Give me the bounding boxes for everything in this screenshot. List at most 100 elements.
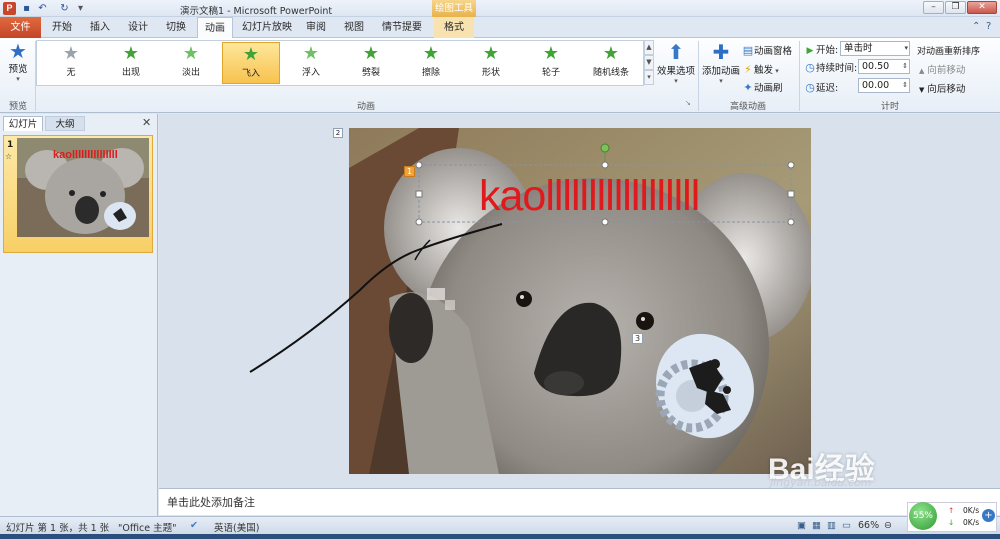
effect-label: 随机线条 bbox=[592, 68, 629, 78]
move-earlier-label: 向前移动 bbox=[927, 65, 966, 76]
effect-float-in[interactable]: ★ 浮入 bbox=[282, 42, 340, 84]
normal-view-icon[interactable]: ▣ bbox=[797, 520, 806, 531]
close-button[interactable]: ✕ bbox=[967, 1, 997, 14]
start-label: ▶ 开始: bbox=[804, 42, 839, 56]
tab-view[interactable]: 视图 bbox=[338, 17, 370, 38]
triangle-down-icon: ▼ bbox=[919, 86, 925, 94]
anim-tag-clipart[interactable]: 3 bbox=[632, 333, 643, 344]
star-icon: ★ bbox=[242, 44, 260, 65]
effect-random-bars[interactable]: ★ 随机线条 bbox=[582, 42, 640, 84]
triangle-up-icon: ▲ bbox=[919, 67, 925, 75]
effect-fly-in[interactable]: ★ 飞入 bbox=[222, 42, 280, 84]
motion-path-line[interactable] bbox=[240, 220, 510, 380]
notes-placeholder[interactable]: 单击此处添加备注 bbox=[167, 494, 255, 510]
reorder-label: 对动画重新排序 bbox=[917, 47, 981, 57]
tab-storyboard[interactable]: 情节提要 bbox=[378, 17, 426, 38]
clock-icon: ◷ bbox=[805, 61, 815, 74]
ribbon: ★ 预览 ▾ 预览 ★ 无 ★ 出现 ★ 淡出 ★ 飞入 ★ 浮入 ★ 劈裂 ★… bbox=[0, 38, 1000, 113]
effect-label: 飞入 bbox=[241, 69, 260, 79]
slideshow-view-icon[interactable]: ▭ bbox=[842, 520, 851, 531]
effect-wheel[interactable]: ★ 轮子 bbox=[522, 42, 580, 84]
animation-pane-button[interactable]: ▤动画窗格 bbox=[742, 43, 792, 57]
preview-button[interactable]: ★ 预览 ▾ bbox=[4, 41, 32, 83]
effect-split[interactable]: ★ 劈裂 bbox=[342, 42, 400, 84]
chevron-down-icon: ▾ bbox=[674, 77, 678, 85]
plus-icon[interactable]: + bbox=[982, 509, 995, 522]
powerpoint-app-icon[interactable]: P bbox=[3, 2, 16, 15]
dialog-launcher-icon[interactable]: ↘ bbox=[685, 99, 691, 107]
effect-label: 劈裂 bbox=[361, 68, 380, 78]
delay-label: ◷延迟: bbox=[805, 81, 839, 94]
tab-insert[interactable]: 插入 bbox=[84, 17, 116, 38]
qat-customize-icon[interactable]: ▾ bbox=[74, 2, 87, 15]
slide-thumbnail-image[interactable]: kaolllllllllllllll bbox=[17, 138, 149, 237]
move-earlier-button[interactable]: ▲ 向前移动 bbox=[919, 62, 965, 76]
effect-options-button[interactable]: ⬆ 效果选项 ▾ bbox=[656, 41, 696, 85]
zoom-level[interactable]: 66% bbox=[858, 520, 879, 531]
duration-value: 00.50 bbox=[862, 61, 890, 72]
duration-input[interactable]: 00.50 ⇕ bbox=[858, 59, 910, 74]
tab-outline[interactable]: 大纲 bbox=[45, 116, 85, 131]
zoom-out-icon[interactable]: ⊖ bbox=[884, 520, 892, 531]
spellcheck-icon[interactable]: ✔ bbox=[190, 520, 198, 531]
gallery-more-icon[interactable]: ▾ bbox=[644, 70, 654, 85]
language-status[interactable]: 英语(美国) bbox=[214, 520, 259, 534]
undo-icon[interactable]: ↶ bbox=[36, 2, 49, 15]
minimize-button[interactable]: – bbox=[923, 1, 944, 14]
spinner-icon[interactable]: ⇕ bbox=[902, 60, 908, 73]
effect-label: 浮入 bbox=[301, 68, 320, 78]
effect-fade[interactable]: ★ 淡出 bbox=[162, 42, 220, 84]
move-later-button[interactable]: ▼ 向后移动 bbox=[919, 81, 965, 95]
slide-sorter-icon[interactable]: ▦ bbox=[812, 520, 821, 531]
save-icon[interactable]: ▪ bbox=[20, 2, 33, 15]
restore-button[interactable]: ❐ bbox=[945, 1, 966, 14]
animation-mark-icon: ☆ bbox=[5, 152, 13, 161]
tab-slides[interactable]: 幻灯片 bbox=[3, 116, 43, 131]
gallery-scroll-up-icon[interactable]: ▲ bbox=[644, 40, 654, 55]
tab-design[interactable]: 设计 bbox=[122, 17, 154, 38]
tab-format[interactable]: 格式 bbox=[434, 17, 474, 38]
spinner-icon[interactable]: ⇕ bbox=[902, 79, 908, 92]
start-select[interactable]: 单击时 ▾ bbox=[840, 41, 910, 56]
theme-status[interactable]: "Office 主题" bbox=[118, 520, 177, 534]
help-icon[interactable]: ? bbox=[986, 21, 991, 32]
effect-appear[interactable]: ★ 出现 bbox=[102, 42, 160, 84]
network-percent-ball[interactable]: 55% bbox=[909, 502, 937, 530]
trigger-label: 触发 bbox=[754, 65, 774, 76]
animation-painter-button[interactable]: ✦动画刷 bbox=[742, 80, 783, 94]
trigger-button[interactable]: ⚡ 触发 ▾ bbox=[742, 62, 779, 76]
delay-input[interactable]: 00.00 ⇕ bbox=[858, 78, 910, 93]
add-animation-button[interactable]: ✚ 添加动画 ▾ bbox=[701, 41, 741, 85]
tab-home[interactable]: 开始 bbox=[46, 17, 78, 38]
animation-painter-label: 动画刷 bbox=[754, 83, 783, 94]
effect-shape[interactable]: ★ 形状 bbox=[462, 42, 520, 84]
tab-file[interactable]: 文件 bbox=[0, 17, 41, 38]
redo-icon[interactable]: ↻ bbox=[58, 2, 71, 15]
anim-tag-title[interactable]: 1 bbox=[404, 166, 415, 177]
group-label-preview: 预览 bbox=[8, 102, 27, 112]
chevron-down-icon: ▾ bbox=[16, 75, 20, 83]
ribbon-minimize-icon[interactable]: ⌃ bbox=[972, 21, 980, 32]
upload-arrow-icon: ↑ bbox=[948, 506, 955, 515]
slide-title-text[interactable]: kaollllllllllllllllll bbox=[479, 174, 700, 218]
anim-tag-slide[interactable]: 2 bbox=[333, 128, 343, 138]
tab-slideshow[interactable]: 幻灯片放映 bbox=[240, 17, 294, 38]
reading-view-icon[interactable]: ▥ bbox=[827, 520, 836, 531]
close-icon[interactable]: ✕ bbox=[142, 116, 151, 129]
star-icon: ★ bbox=[182, 43, 200, 64]
start-value: 单击时 bbox=[844, 43, 873, 54]
drawing-tools-context-label: 绘图工具 bbox=[432, 0, 476, 17]
preview-star-icon: ★ bbox=[9, 39, 27, 63]
effect-none[interactable]: ★ 无 bbox=[42, 42, 100, 84]
group-label-advanced: 高级动画 bbox=[729, 102, 766, 112]
tab-review[interactable]: 审阅 bbox=[300, 17, 332, 38]
effect-wipe[interactable]: ★ 擦除 bbox=[402, 42, 460, 84]
star-icon: ★ bbox=[422, 43, 440, 64]
star-icon: ★ bbox=[362, 43, 380, 64]
tab-animations[interactable]: 动画 bbox=[197, 17, 233, 39]
notes-pane[interactable] bbox=[159, 488, 1000, 515]
chevron-down-icon: ▾ bbox=[719, 77, 723, 85]
gallery-scroll-down-icon[interactable]: ▼ bbox=[644, 55, 654, 70]
tab-transitions[interactable]: 切换 bbox=[160, 17, 192, 38]
star-icon: ★ bbox=[482, 43, 500, 64]
